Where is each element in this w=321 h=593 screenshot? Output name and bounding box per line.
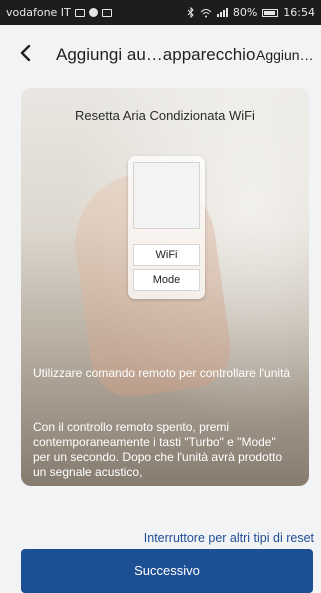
instruction-text-1: Utilizzare comando remoto per controllar… — [33, 366, 291, 380]
app-bar: Aggiungi au…apparecchio Aggiun… — [0, 25, 321, 86]
status-bar: vodafone IT 80% 16:54 — [0, 0, 321, 25]
next-button[interactable]: Successivo — [21, 549, 313, 593]
signal-icon — [216, 8, 228, 17]
back-arrow-icon[interactable] — [18, 45, 34, 61]
mail-icon — [74, 8, 85, 17]
clock: 16:54 — [283, 6, 315, 19]
card-title: Resetta Aria Condizionata WiFi — [75, 108, 255, 123]
remote-screen — [133, 162, 200, 229]
instruction-card: Resetta Aria Condizionata WiFi WiFi Mode… — [21, 88, 309, 486]
wifi-icon — [200, 8, 212, 17]
image-icon — [101, 8, 112, 17]
battery-label: 80% — [232, 6, 258, 19]
instruction-text-2: Con il controllo remoto spento, premi co… — [33, 420, 283, 479]
add-action-button[interactable]: Aggiun… — [256, 47, 314, 63]
settings-icon — [88, 8, 98, 17]
bluetooth-icon — [187, 7, 194, 18]
remote-mode-key: Mode — [133, 269, 200, 291]
page-title: Aggiungi au…apparecchio — [56, 45, 256, 64]
status-right: 80% 16:54 — [187, 6, 315, 19]
carrier-label: vodafone IT — [6, 6, 71, 19]
status-left: vodafone IT — [6, 6, 112, 19]
remote-control-image: WiFi Mode — [128, 156, 205, 299]
remote-wifi-key: WiFi — [133, 244, 200, 266]
battery-icon — [262, 8, 279, 17]
other-reset-types-link[interactable]: Interruttore per altri tipi di reset — [144, 531, 314, 545]
